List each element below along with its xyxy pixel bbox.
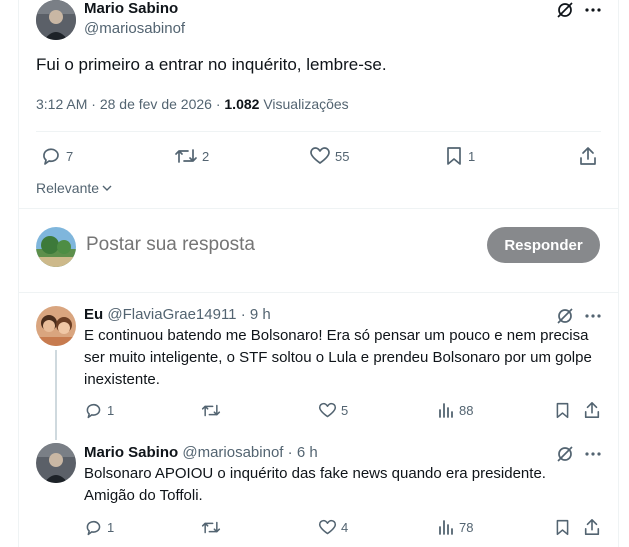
bookmark-action[interactable]: 1 [444, 145, 475, 167]
like-icon [309, 145, 331, 167]
more-icon[interactable] [584, 307, 602, 325]
views-action[interactable]: 78 [437, 518, 473, 536]
bookmark-icon[interactable] [554, 401, 571, 420]
reply-time[interactable]: 6 h [297, 444, 318, 461]
author-name[interactable]: Mario Sabino [84, 444, 178, 461]
reply-input[interactable] [86, 230, 466, 260]
share-icon[interactable] [578, 146, 598, 166]
author-handle[interactable]: @mariosabinof [84, 20, 185, 37]
tweet-text: Fui o primeiro a entrar no inquérito, le… [36, 55, 387, 74]
grok-icon[interactable] [556, 1, 574, 19]
meta-separator: · [287, 444, 293, 461]
like-count: 55 [335, 148, 350, 164]
composer-avatar[interactable] [36, 227, 76, 267]
thread-line [55, 350, 57, 440]
reply-count: 7 [66, 148, 74, 164]
reply-text: E continuou batendo me Bolsonaro! Era só… [84, 327, 592, 388]
sort-label: Relevante [36, 180, 100, 196]
tweet-meta: 3:12 AM · 28 de fev de 2026 · 1.082 Visu… [36, 96, 349, 112]
like-icon [318, 401, 337, 420]
avatar[interactable] [36, 443, 76, 483]
divider [18, 292, 619, 293]
reply-header: Eu @FlaviaGrae14911 · 9 h [84, 306, 271, 323]
views-label: Visualizações [263, 96, 349, 112]
retweet-icon [174, 145, 198, 167]
retweet-icon [201, 518, 221, 537]
tweet-time[interactable]: 3:12 AM [36, 96, 87, 112]
reply-count: 1 [107, 403, 115, 418]
views-action[interactable]: 88 [437, 401, 473, 419]
reply-button[interactable]: Responder [487, 227, 600, 263]
meta-separator: · [240, 306, 246, 323]
like-icon [318, 518, 337, 537]
meta-separator: · [91, 96, 100, 112]
views-count: 78 [459, 519, 474, 535]
retweet-action[interactable] [201, 518, 221, 537]
author-name[interactable]: Eu [84, 306, 103, 323]
retweet-icon [201, 401, 221, 420]
retweet-action[interactable] [201, 401, 221, 420]
chevron-down-icon [101, 182, 113, 194]
reply-icon [84, 401, 103, 420]
retweet-action[interactable]: 2 [174, 145, 209, 167]
views-count: 88 [459, 402, 474, 418]
reply-time[interactable]: 9 h [250, 306, 271, 323]
grok-icon[interactable] [556, 307, 574, 325]
divider [36, 131, 601, 132]
author-handle[interactable]: @mariosabinof [182, 444, 283, 461]
bookmark-icon[interactable] [554, 518, 571, 537]
tweet-date[interactable]: 28 de fev de 2026 [100, 96, 212, 112]
retweet-count: 2 [202, 148, 210, 164]
share-icon[interactable] [583, 518, 601, 536]
like-count: 5 [341, 403, 349, 418]
share-icon[interactable] [583, 401, 601, 419]
reply-icon [84, 518, 103, 537]
author-name[interactable]: Mario Sabino [84, 0, 178, 17]
reply-header: Mario Sabino @mariosabinof · 6 h [84, 444, 318, 461]
author-handle[interactable]: @FlaviaGrae14911 [107, 306, 236, 323]
views-count: 1.082 [224, 96, 260, 112]
like-action[interactable]: 5 [318, 401, 348, 420]
reply-icon [40, 145, 62, 167]
more-icon[interactable] [584, 1, 602, 19]
bookmark-count: 1 [468, 148, 476, 164]
reply-text: Bolsonaro APOIOU o inquérito das fake ne… [84, 465, 546, 504]
sort-dropdown[interactable]: Relevante [36, 180, 113, 196]
avatar[interactable] [36, 0, 76, 40]
reply-count: 1 [107, 520, 115, 535]
divider [18, 208, 619, 209]
views-icon [437, 518, 455, 536]
avatar[interactable] [36, 306, 76, 346]
reply-action[interactable]: 1 [84, 401, 114, 420]
like-count: 4 [341, 520, 349, 535]
more-icon[interactable] [584, 445, 602, 463]
like-action[interactable]: 55 [309, 145, 349, 167]
bookmark-icon [444, 145, 464, 167]
like-action[interactable]: 4 [318, 518, 348, 537]
reply-action[interactable]: 7 [40, 145, 73, 167]
reply-action[interactable]: 1 [84, 518, 114, 537]
grok-icon[interactable] [556, 445, 574, 463]
views-icon [437, 401, 455, 419]
